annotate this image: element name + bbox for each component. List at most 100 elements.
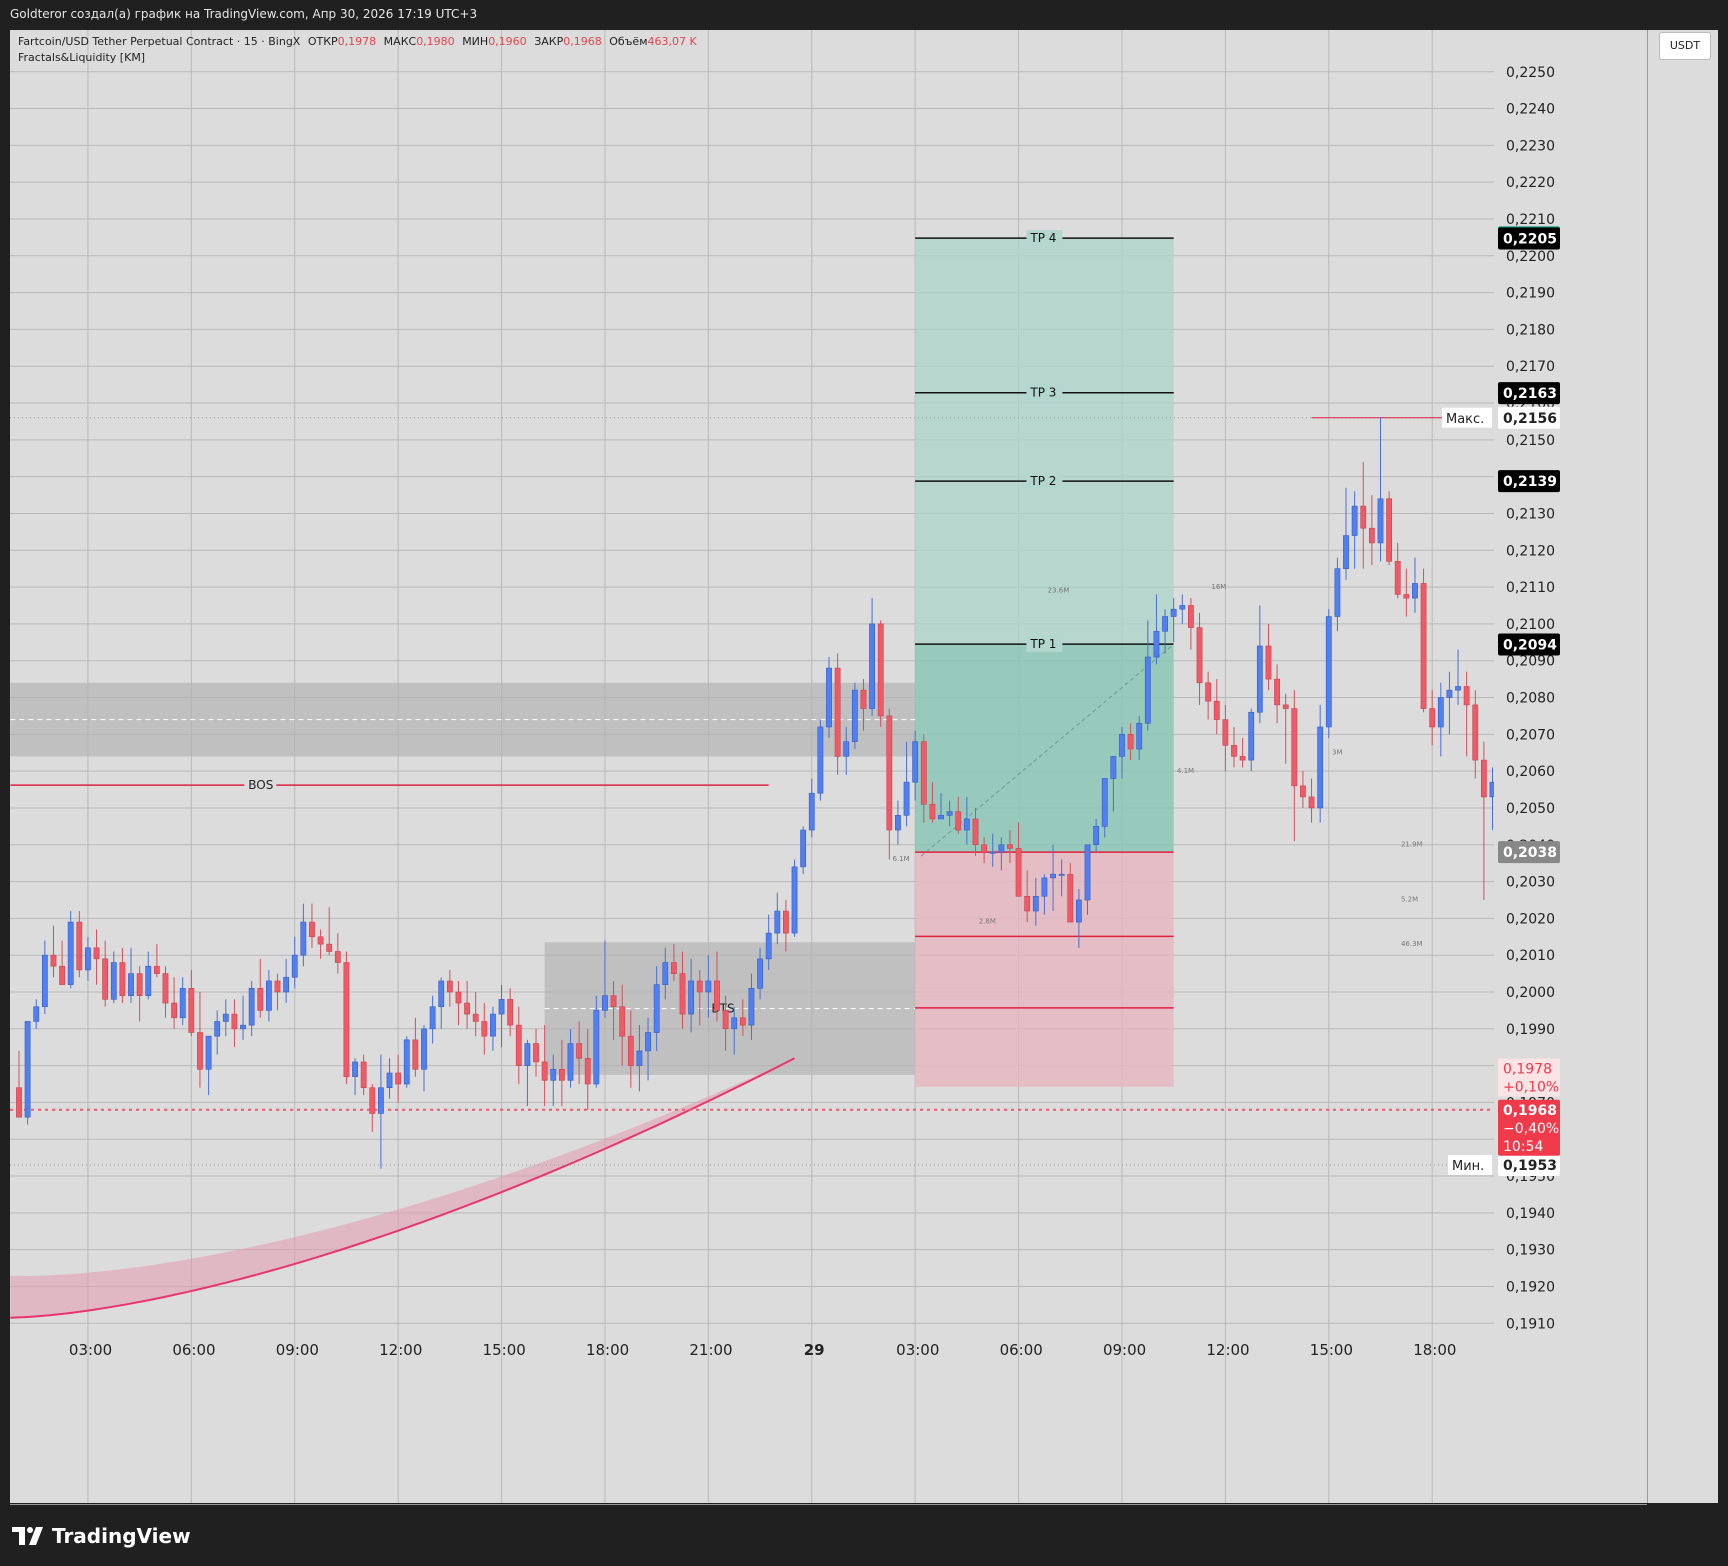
candle-body-down [446, 980, 453, 993]
candle [1334, 557, 1341, 632]
price-label: 0,2038 [1503, 845, 1557, 861]
price-tick-label: 0,2150 [1506, 433, 1555, 449]
candle-body-down [50, 954, 57, 967]
candle [50, 925, 57, 978]
candle-body-up [946, 811, 953, 816]
candle [119, 947, 126, 1004]
tradingview-logo-icon [12, 1527, 43, 1545]
chart-pane[interactable]: BTS BOS TP 1 TP 2 TP 3 TP 4 23.6M 16M 6.1M 2.8M 4.… [10, 30, 1718, 1505]
footer: TradingView [0, 1506, 1728, 1566]
volume-value: 463,07 K [647, 35, 697, 48]
candle-body-down [136, 973, 143, 996]
price-label: 0,2156 [1503, 411, 1557, 427]
candle-body-down [722, 1010, 729, 1030]
chart-canvas[interactable]: BTSBOSTP 1TP 2TP 3TP 423.6M 16M6.1M2.8M4.… [10, 30, 1718, 1503]
candle [800, 826, 807, 875]
ohlc-line: Fartcoin/USD Tether Perpetual Contract ·… [18, 34, 697, 50]
candle [283, 958, 290, 1004]
candle [360, 1054, 367, 1096]
candle [1412, 557, 1418, 613]
candle-body-down [93, 947, 100, 960]
candle [343, 951, 350, 1085]
candle-body-up [550, 1069, 557, 1081]
candle-body-up [214, 1021, 221, 1037]
candle-body-up [429, 1006, 436, 1030]
symbol-name[interactable]: Fartcoin/USD Tether Perpetual Contract ·… [18, 35, 300, 48]
liquidity-volume-label: 2.8M [979, 918, 996, 926]
candle-body-down [1274, 678, 1280, 706]
candle [136, 966, 143, 1022]
candle [481, 1003, 488, 1055]
last-price-change: −0,40% [1503, 1121, 1559, 1137]
candle-body-up [636, 1050, 643, 1066]
price-tick-label: 0,2180 [1506, 322, 1555, 338]
candle [395, 1054, 402, 1103]
candle-body-up [869, 623, 875, 709]
currency-button[interactable]: USDT [1659, 32, 1711, 60]
candle-body-down [576, 1043, 583, 1059]
candle-body-up [688, 980, 695, 1015]
candle [1300, 771, 1306, 808]
candle-body-down [1394, 561, 1401, 595]
candle-body-down [455, 991, 462, 1004]
candle-body-up [593, 1010, 600, 1085]
candle-body-down [1403, 594, 1410, 599]
candle-body-up [567, 1043, 574, 1081]
candle-body-up [808, 792, 815, 831]
candle-body-down [162, 973, 169, 1004]
candle-body-down [1265, 645, 1272, 680]
candle-body-up [24, 1021, 31, 1118]
indicator-name[interactable]: Fractals&Liquidity [KM] [18, 50, 697, 66]
candle [1317, 704, 1324, 823]
price-tick-label: 0,2080 [1506, 691, 1555, 707]
candle [300, 903, 307, 967]
candle [1480, 741, 1487, 900]
candle-body-down [317, 936, 324, 945]
candle-body-up [291, 954, 298, 978]
liquidity-volume-label: 5.2M [1401, 896, 1418, 904]
liquidity-volume-label: 23.6M [1048, 586, 1070, 594]
candle-body-down [507, 999, 514, 1026]
time-tick-label: 06:00 [172, 1341, 215, 1359]
candle [179, 977, 186, 1026]
time-tick-label: 18:00 [586, 1341, 629, 1359]
candle [1446, 671, 1453, 735]
price-label: 0,2163 [1503, 386, 1557, 402]
candle-body-up [791, 866, 798, 934]
attribution-text: Goldteror создал(а) график на TradingVie… [10, 7, 478, 21]
price-tick-label: 0,2000 [1506, 985, 1555, 1001]
time-tick-label: 15:00 [483, 1341, 526, 1359]
candle-body-up [300, 921, 307, 956]
candle [386, 1058, 393, 1099]
candle [1291, 690, 1298, 842]
price-label: 0,2094 [1503, 638, 1557, 654]
candle-body-down [119, 962, 126, 996]
price-tick-label: 0,2100 [1506, 617, 1555, 633]
candle-body-down [274, 980, 281, 993]
candle-body-up [222, 1013, 229, 1022]
candle-body-up [438, 980, 445, 1008]
open-label: ОТКР [307, 35, 338, 48]
candle [1429, 690, 1436, 746]
candle [231, 999, 238, 1048]
candle-body-up [41, 954, 48, 1008]
candle [1377, 417, 1384, 562]
candle-body-up [817, 726, 824, 794]
candle-body-down [541, 1061, 548, 1081]
candle [1274, 664, 1280, 724]
candle-body-up [826, 667, 832, 728]
candle [291, 936, 298, 989]
candle-body-up [602, 995, 608, 1011]
candle [1343, 487, 1349, 580]
candle-body-up [1455, 686, 1461, 691]
tradingview-logo[interactable]: TradingView [12, 1524, 191, 1548]
price-tick-label: 0,2090 [1506, 654, 1555, 670]
candle-body-down [1360, 505, 1367, 529]
candle-body-down [334, 951, 341, 963]
candle-body-up [1144, 656, 1151, 724]
candle-body-down [1282, 704, 1289, 709]
candle-body-down [739, 1017, 746, 1026]
price-tick-label: 0,2130 [1506, 506, 1555, 522]
candle-body-up [1032, 895, 1039, 912]
candle-body-up [1110, 756, 1117, 779]
